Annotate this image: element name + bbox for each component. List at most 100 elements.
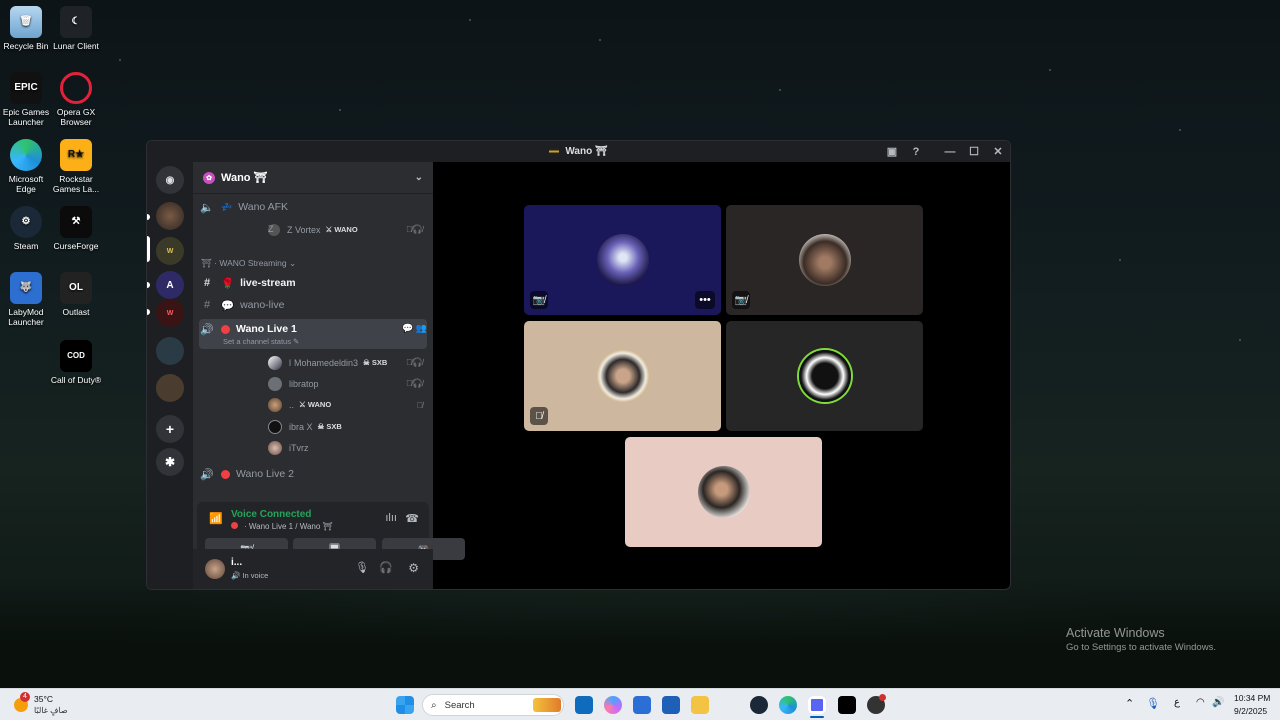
minimize-button[interactable]: — <box>938 146 962 158</box>
server-icon-4[interactable] <box>156 337 184 365</box>
server-icon-5[interactable] <box>156 374 184 402</box>
taskbar: 4 35°C صافٍ غالبًا ⌕ Search ⌃ 🎙 ع ◠ 🔊 10… <box>0 688 1280 720</box>
file-explorer-icon[interactable] <box>691 696 709 714</box>
text-channel-live-stream[interactable]: # 🌹 live-stream <box>199 273 427 293</box>
disconnect-icon[interactable]: ☎ <box>405 512 419 525</box>
maximize-button[interactable]: ☐ <box>962 145 986 158</box>
voice-status[interactable]: Voice Connected <box>231 509 311 520</box>
title-bar: Wano ⛩ ▣ ? — ☐ ✕ <box>147 141 1010 162</box>
search-box[interactable]: ⌕ Search <box>422 694 564 716</box>
voice-user[interactable]: iTvrz <box>268 438 423 457</box>
afk-emoji-icon: 💤 <box>221 201 233 212</box>
camera-off-icon: 📷̸ <box>732 291 750 309</box>
desktop-icon-curseforge[interactable]: ⚒ CurseForge <box>50 206 102 251</box>
chat-icon[interactable]: 💬 👥 <box>402 323 427 334</box>
edge-taskbar-icon[interactable] <box>779 696 797 714</box>
microphone-tray-icon[interactable]: 🎙 <box>1146 697 1160 710</box>
microphone-icon[interactable]: 🎙 <box>355 561 369 574</box>
channel-name: wano-live <box>240 299 285 311</box>
wifi-icon[interactable]: ◠ <box>1196 697 1205 708</box>
server-list: ◉ W A W + ✱ <box>147 162 193 589</box>
selected-pill <box>147 236 150 262</box>
direct-messages-avatar[interactable] <box>156 202 184 230</box>
role-tag: ☠ SXB <box>317 422 342 431</box>
defender-icon[interactable] <box>662 696 680 714</box>
avatar[interactable] <box>205 559 225 579</box>
input-language[interactable]: ع <box>1174 697 1180 708</box>
call-of-duty-taskbar-icon[interactable] <box>838 696 856 714</box>
avatar <box>268 376 282 391</box>
server-icon-2[interactable]: A <box>156 271 184 299</box>
home-button[interactable]: ◉ <box>156 166 184 194</box>
muted-icon: 🎙̸ <box>416 399 423 410</box>
activate-subtitle: Go to Settings to activate Windows. <box>1066 642 1216 653</box>
headphones-icon[interactable]: 🎧 <box>379 561 393 574</box>
gear-icon[interactable]: ⚙ <box>408 561 419 575</box>
desktop-icon-labymod[interactable]: 🐺 LabyMod Launcher <box>0 272 52 327</box>
unread-pill <box>147 309 150 315</box>
voice-user[interactable]: l Mohamedeldin3 ☠ SXB 🎙̸🎧̸ <box>268 353 423 372</box>
user-name: Z Vortex <box>287 224 321 235</box>
windows-start-icon[interactable] <box>396 696 414 714</box>
desktop-icon-call-of-duty[interactable]: COD Call of Duty® <box>50 340 102 385</box>
activate-windows-watermark: Activate Windows Go to Settings to activ… <box>1066 626 1216 653</box>
participant-tile[interactable]: 🎙̸ <box>524 321 721 431</box>
clock-date[interactable]: 9/2/2025 <box>1234 706 1267 716</box>
channel-status[interactable]: Set a channel status ✎ <box>223 337 299 346</box>
voice-user[interactable]: ibra X ☠ SXB <box>268 417 423 436</box>
close-button[interactable]: ✕ <box>986 145 1010 158</box>
noise-suppression-icon[interactable]: ılıı <box>385 512 397 524</box>
volume-icon[interactable]: 🔊 <box>1212 697 1224 708</box>
desktop-icon-steam[interactable]: ⚙ Steam <box>0 206 52 251</box>
server-icon-3[interactable]: W <box>156 299 184 327</box>
chevron-up-icon[interactable]: ⌃ <box>1125 697 1134 710</box>
epic-games-icon: EPIC <box>10 72 42 104</box>
text-channel-wano-live[interactable]: # 💬 wano-live <box>199 295 427 315</box>
clock-time[interactable]: 10:34 PM <box>1234 693 1270 703</box>
inbox-icon[interactable]: ▣ <box>880 145 904 158</box>
voice-channel-live-2[interactable]: 🔊 Wano Live 2 <box>199 464 427 484</box>
server-icon-wano[interactable]: W <box>156 237 184 265</box>
desktop-icon-epic-games[interactable]: EPIC Epic Games Launcher <box>0 72 52 127</box>
voice-location[interactable]: · Wano Live 1 / Wano ⛩ <box>231 522 333 531</box>
add-server-button[interactable]: + <box>156 415 184 443</box>
discover-button[interactable]: ✱ <box>156 448 184 476</box>
category-header[interactable]: ⛩ · WANO Streaming ⌄ <box>201 258 296 269</box>
participant-tile[interactable]: 📷̸ ••• <box>524 205 721 315</box>
weather-temp[interactable]: 35°C <box>34 694 53 704</box>
voice-user[interactable]: libratop 🎙̸🎧̸ <box>268 374 423 393</box>
server-header[interactable]: ✿ Wano ⛩ ⌄ <box>193 162 433 194</box>
desktop-icon-opera-gx[interactable]: Opera GX Browser <box>50 72 102 127</box>
participant-tile[interactable] <box>726 321 923 431</box>
participant-tile[interactable] <box>625 437 822 547</box>
notification-dot <box>879 694 886 701</box>
outlook-icon[interactable] <box>575 696 593 714</box>
more-options-icon[interactable]: ••• <box>695 291 715 309</box>
signal-icon[interactable]: 📶 <box>209 512 223 525</box>
chevron-down-icon[interactable]: ⌄ <box>415 172 423 183</box>
user-name[interactable]: i... <box>231 557 242 568</box>
discord-window: Wano ⛩ ▣ ? — ☐ ✕ ◉ W A W + ✱ ✿ Wano ⛩ ⌄ <box>146 140 1011 590</box>
participant-tile[interactable]: 📷̸ <box>726 205 923 315</box>
copilot-icon[interactable] <box>604 696 622 714</box>
discord-taskbar-icon[interactable] <box>808 696 826 714</box>
desktop-icon-outlast[interactable]: OL Outlast <box>50 272 102 317</box>
store-icon[interactable] <box>633 696 651 714</box>
desktop-icon-edge[interactable]: Microsoft Edge <box>0 139 52 194</box>
desktop-icon-recycle-bin[interactable]: 🗑 Recycle Bin <box>0 6 52 51</box>
desktop-icon-rockstar[interactable]: R★ Rockstar Games La... <box>50 139 102 194</box>
participant-avatar <box>798 234 851 286</box>
red-circle-icon <box>231 522 238 529</box>
help-icon[interactable]: ? <box>904 146 928 158</box>
desktop-icon-lunar-client[interactable]: ☾ Lunar Client <box>50 6 102 51</box>
avatar <box>268 355 282 370</box>
steam-taskbar-icon[interactable] <box>750 696 768 714</box>
voice-channel-afk[interactable]: 🔈 💤 Wano AFK <box>199 197 427 217</box>
participant-avatar <box>697 466 750 518</box>
speaker-icon: 🔊 <box>200 468 214 481</box>
unread-pill <box>147 214 150 220</box>
activate-title: Activate Windows <box>1066 626 1165 640</box>
voice-user[interactable]: Z Z Vortex ⚔ WANO 🎙̸🎧̸ <box>268 220 423 239</box>
voice-user[interactable]: .. ⚔ WANO 🎙̸ <box>268 395 423 414</box>
user-name: .. <box>289 399 295 410</box>
